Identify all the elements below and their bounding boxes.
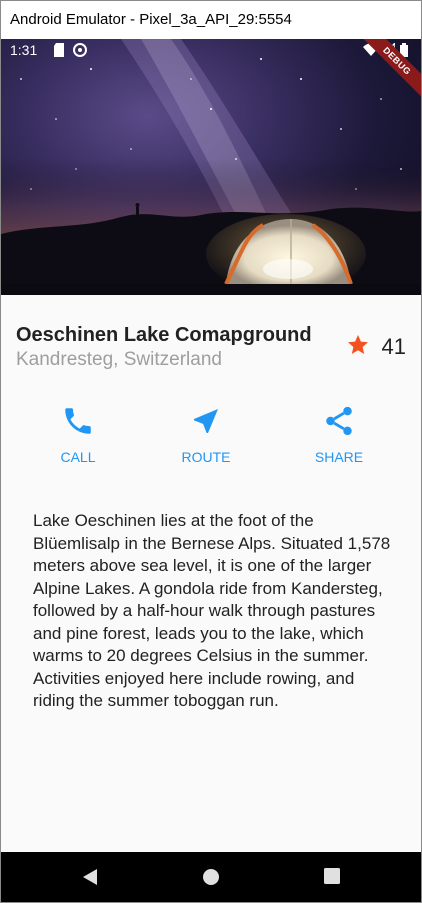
rating-count: 41 bbox=[381, 334, 406, 359]
status-bar: 1:31 bbox=[1, 39, 421, 63]
share-label: SHARE bbox=[314, 449, 364, 465]
recents-icon[interactable] bbox=[323, 867, 341, 890]
call-label: CALL bbox=[60, 449, 96, 465]
call-button[interactable]: CALL bbox=[33, 399, 123, 465]
emulator-window: Android Emulator - Pixel_3a_API_29:5554 bbox=[0, 0, 422, 903]
route-button[interactable]: ROUTE bbox=[161, 399, 251, 465]
system-nav-bar bbox=[1, 852, 421, 902]
home-icon[interactable] bbox=[201, 867, 221, 892]
hero-image bbox=[1, 39, 421, 295]
navigation-icon[interactable] bbox=[161, 399, 251, 443]
back-icon[interactable] bbox=[81, 867, 99, 892]
share-icon[interactable] bbox=[294, 399, 384, 443]
status-time: 1:31 bbox=[10, 42, 38, 58]
device-screen: 1:31 DEBUG Oeschinen Lake Comapground Ka… bbox=[1, 39, 421, 902]
title-section: Oeschinen Lake Comapground Kandresteg, S… bbox=[16, 324, 406, 374]
route-label: ROUTE bbox=[181, 449, 231, 465]
description-text: Lake Oeschinen lies at the foot of the B… bbox=[33, 511, 391, 710]
window-title: Android Emulator - Pixel_3a_API_29:5554 bbox=[1, 1, 421, 39]
sd-card-icon bbox=[53, 43, 65, 60]
phone-icon[interactable] bbox=[33, 399, 123, 443]
rating[interactable]: 41 bbox=[346, 333, 406, 361]
share-button[interactable]: SHARE bbox=[294, 399, 384, 465]
action-buttons: CALL ROUTE SHARE bbox=[1, 399, 421, 474]
star-icon[interactable] bbox=[346, 333, 370, 362]
sync-icon bbox=[73, 43, 87, 60]
place-location: Kandresteg, Switzerland bbox=[16, 349, 222, 370]
place-name: Oeschinen Lake Comapground bbox=[16, 324, 312, 346]
